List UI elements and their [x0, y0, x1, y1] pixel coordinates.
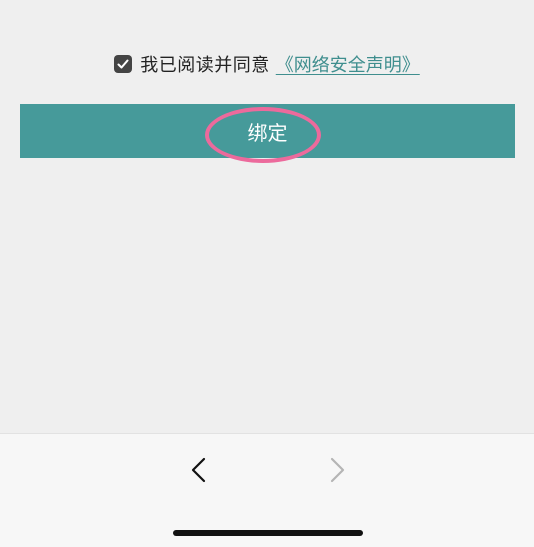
chevron-left-icon — [191, 457, 206, 483]
forward-button[interactable] — [320, 454, 352, 486]
agreement-row: 我已阅读并同意 《网络安全声明》 — [0, 52, 534, 76]
bind-button[interactable]: 绑定 — [20, 104, 515, 158]
check-icon — [117, 59, 129, 69]
bottom-nav-bar — [0, 433, 534, 547]
security-statement-link[interactable]: 《网络安全声明》 — [276, 51, 420, 77]
agreement-text: 我已阅读并同意 — [140, 55, 270, 76]
agreement-checkbox[interactable] — [114, 55, 133, 73]
chevron-right-icon — [330, 457, 345, 483]
bind-button-label: 绑定 — [247, 120, 288, 145]
home-indicator — [173, 530, 363, 536]
back-button[interactable] — [184, 454, 216, 486]
screen: 我已阅读并同意 《网络安全声明》 绑定 — [0, 0, 534, 547]
